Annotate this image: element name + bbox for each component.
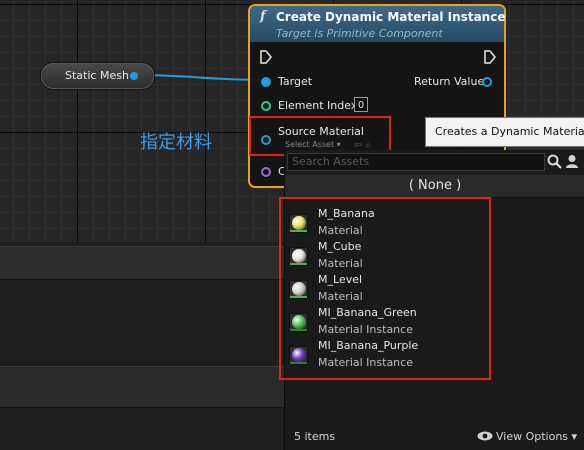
material-parent-pin[interactable] xyxy=(261,167,271,177)
return-value-pin[interactable] xyxy=(482,77,492,87)
none-option[interactable]: ( None ) xyxy=(285,175,584,198)
annotation-label: 指定材料 xyxy=(140,132,212,153)
search-placeholder: Search Assets xyxy=(292,155,370,168)
search-icon[interactable] xyxy=(547,154,562,173)
highlight-box-asset-list xyxy=(279,197,491,380)
node-subtitle: Target is Primitive Component xyxy=(276,27,443,40)
tooltip: Creates a Dynamic Material xyxy=(425,117,584,147)
target-pin[interactable] xyxy=(261,77,271,87)
static-mesh-output-pin[interactable] xyxy=(130,72,138,80)
search-input[interactable]: Search Assets xyxy=(287,153,545,171)
target-label: Target xyxy=(278,75,313,88)
static-mesh-label: Static Mesh xyxy=(65,69,129,82)
item-count: 5 items xyxy=(294,430,336,443)
user-icon[interactable] xyxy=(565,154,579,173)
element-index-label: Element Index xyxy=(278,99,358,112)
element-index-pin[interactable] xyxy=(261,101,271,111)
return-value-label: Return Value xyxy=(414,75,485,88)
eye-icon xyxy=(477,431,493,444)
view-options-label: View Options xyxy=(496,430,569,443)
view-options-button[interactable]: View Options ▾ xyxy=(477,430,577,444)
node-title: Create Dynamic Material Instance xyxy=(276,10,506,24)
element-index-input[interactable]: 0 xyxy=(354,97,368,112)
function-icon: f xyxy=(260,9,266,24)
chevron-down-icon: ▾ xyxy=(571,430,578,443)
node-header[interactable]: f Create Dynamic Material Instance Targe… xyxy=(250,6,506,42)
static-mesh-node[interactable]: Static Mesh xyxy=(40,62,155,90)
